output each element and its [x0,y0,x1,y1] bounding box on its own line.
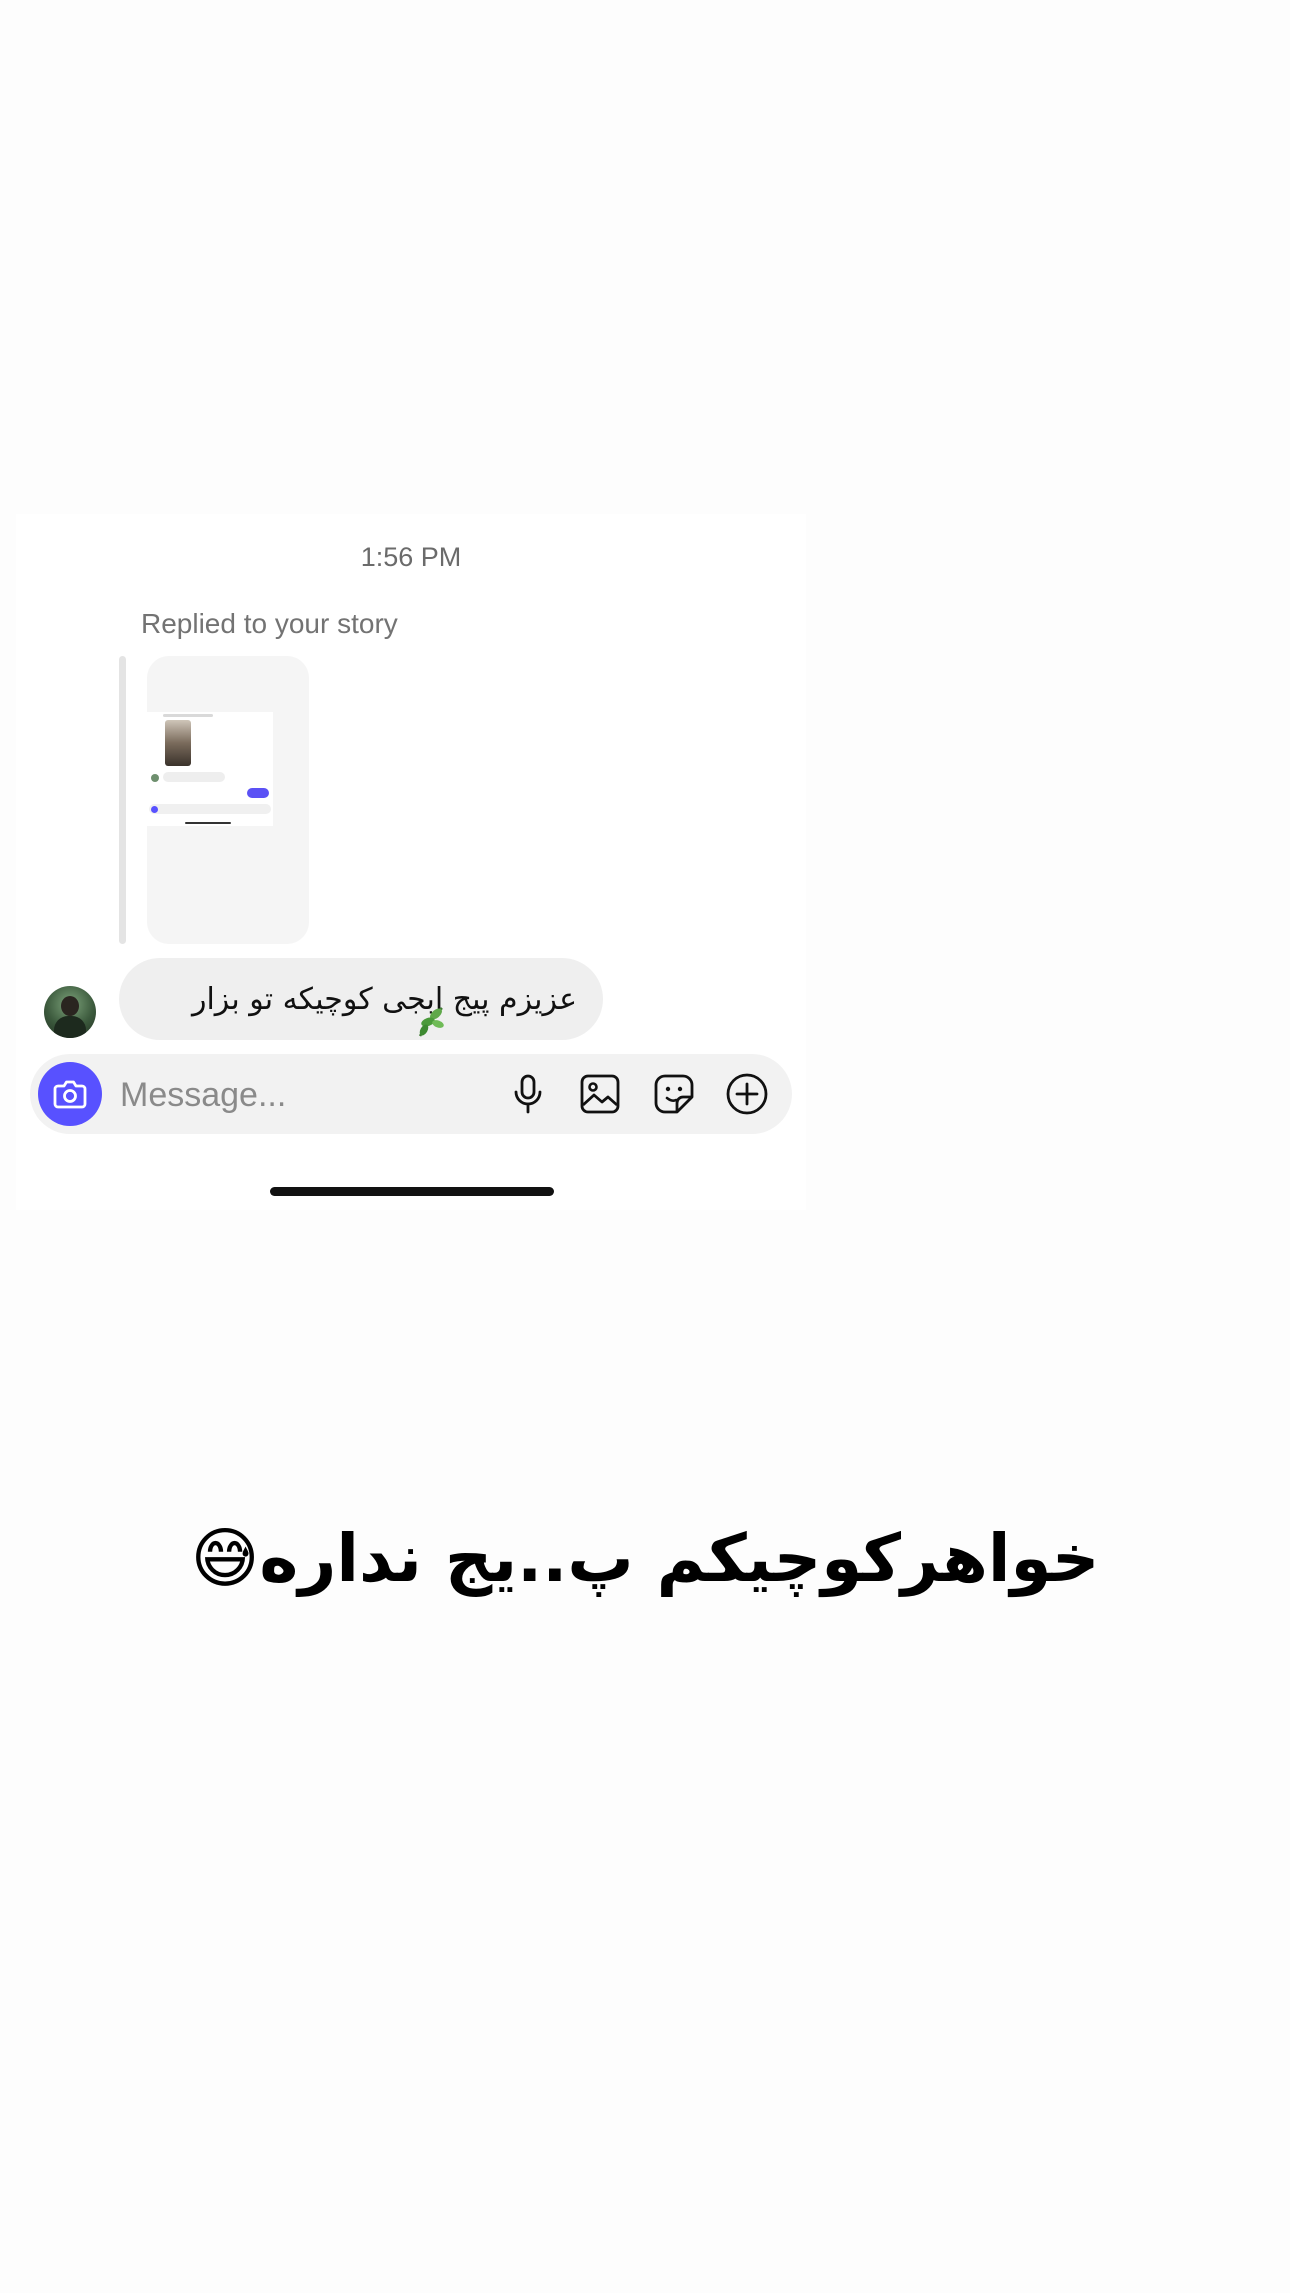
message-bubble[interactable]: عزیزم پیج ابجی کوچیکه تو بزار [119,958,603,1040]
leaf-sticker-icon [418,1007,444,1037]
story-preview-image [147,712,273,826]
sticker-button[interactable] [652,1072,696,1116]
microphone-button[interactable] [506,1072,550,1116]
microphone-icon [514,1074,542,1114]
sender-avatar[interactable] [44,986,96,1038]
chat-screenshot: 1:56 PM Replied to your story عزیزم پیج … [16,514,806,1210]
camera-icon [53,1080,87,1109]
caption-text: خواهرکوچیکم پ..یج نداره😅 [190,1520,1100,1597]
home-indicator [270,1187,554,1196]
add-circle-icon [726,1073,768,1115]
reply-quote-bar [119,656,126,944]
story-reply-label: Replied to your story [141,608,398,639]
message-text: عزیزم پیج ابجی کوچیکه تو بزار [191,981,577,1017]
message-composer [30,1054,792,1136]
camera-button[interactable] [38,1062,102,1126]
add-button[interactable] [725,1072,769,1116]
gallery-icon [580,1074,620,1114]
message-input[interactable] [118,1054,442,1136]
story-thumbnail[interactable] [147,656,309,944]
message-timestamp: 1:56 PM [360,542,462,572]
gallery-button[interactable] [578,1072,622,1116]
sticker-icon [654,1074,694,1114]
